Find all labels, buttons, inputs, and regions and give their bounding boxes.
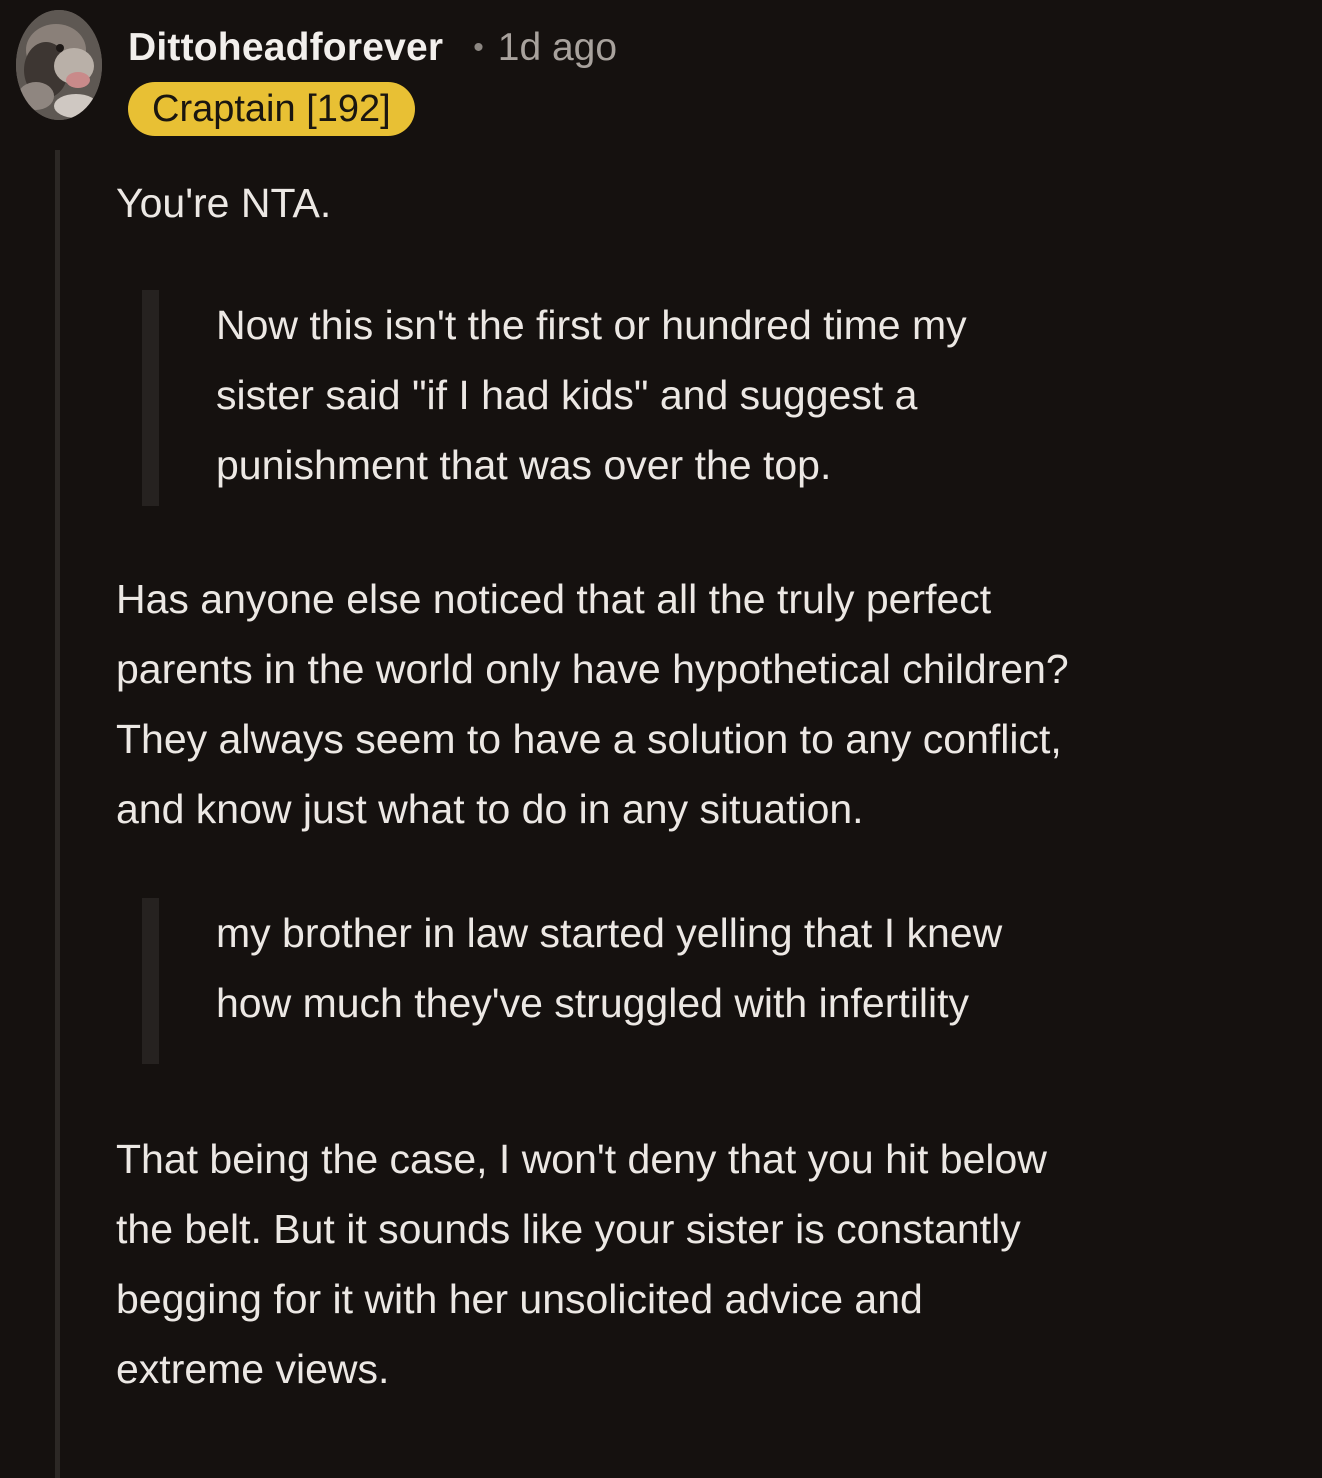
- quote-line: how much they've struggled with infertil…: [216, 980, 969, 1026]
- blockquote-bar: [142, 898, 159, 1064]
- text-line: the belt. But it sounds like your sister…: [116, 1206, 1021, 1252]
- blockquote-bar: [142, 290, 159, 506]
- text-line: and know just what to do in any situatio…: [116, 786, 864, 832]
- text-line: begging for it with her unsolicited advi…: [116, 1276, 923, 1322]
- quote-line: Now this isn't the first or hundred time…: [216, 302, 967, 348]
- blockquote: Now this isn't the first or hundred time…: [116, 290, 1316, 506]
- paragraph: Has anyone else noticed that all the tru…: [116, 564, 1316, 844]
- quote-line: sister said "if I had kids" and suggest …: [216, 372, 918, 418]
- paragraph: That being the case, I won't deny that y…: [116, 1124, 1316, 1404]
- text-line: Has anyone else noticed that all the tru…: [116, 576, 992, 622]
- quote-line: punishment that was over the top.: [216, 442, 832, 488]
- comment-header: Dittoheadforever • 1d ago: [128, 22, 617, 74]
- avatar-image: [16, 10, 102, 120]
- blockquote: my brother in law started yelling that I…: [116, 898, 1316, 1064]
- separator-dot: •: [473, 31, 484, 64]
- comment-body: You're NTA. Now this isn't the first or …: [116, 168, 1316, 1404]
- text-line: parents in the world only have hypotheti…: [116, 646, 1069, 692]
- user-avatar[interactable]: [16, 10, 102, 120]
- text-line: extreme views.: [116, 1346, 390, 1392]
- text-line: That being the case, I won't deny that y…: [116, 1136, 1047, 1182]
- user-flair-badge: Craptain [192]: [128, 82, 415, 136]
- author-username[interactable]: Dittoheadforever: [128, 26, 443, 70]
- comment-timestamp[interactable]: 1d ago: [498, 26, 617, 70]
- quote-line: my brother in law started yelling that I…: [216, 910, 1003, 956]
- text-line: They always seem to have a solution to a…: [116, 716, 1062, 762]
- thread-collapse-line[interactable]: [55, 150, 60, 1478]
- paragraph: You're NTA.: [116, 180, 332, 226]
